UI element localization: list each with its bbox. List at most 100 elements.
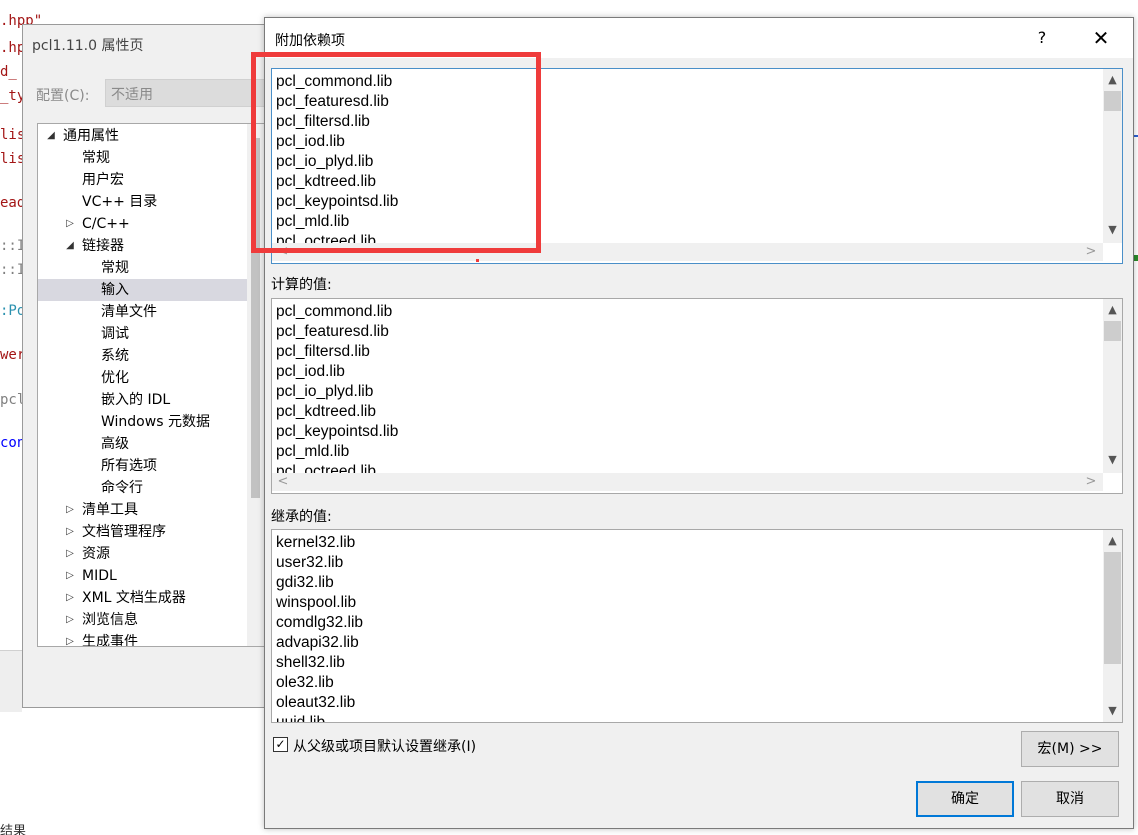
list-line: pcl_kdtreed.lib	[276, 403, 376, 420]
list-line: oleaut32.lib	[276, 694, 356, 711]
tree-item[interactable]: ▷ XML 文档生成器	[38, 587, 248, 609]
scroll-up-icon[interactable]: ▲	[1103, 532, 1122, 550]
tree-item[interactable]: 系统	[38, 345, 248, 367]
help-button[interactable]: ?	[1027, 24, 1057, 52]
inherit-checkbox[interactable]: ✓	[273, 737, 288, 752]
tree-item[interactable]: ▷ MIDL	[38, 565, 248, 587]
tree-item[interactable]: 调试	[38, 323, 248, 345]
expanded-arrow-icon[interactable]: ◢	[45, 125, 57, 147]
collapsed-arrow-icon[interactable]: ▷	[64, 587, 76, 609]
tree-item[interactable]: 常规	[38, 147, 248, 169]
inherited-values-box[interactable]: kernel32.lib user32.lib gdi32.lib winspool.…	[271, 529, 1123, 723]
edit-vertical-scrollbar[interactable]: ▲ ▼	[1103, 69, 1122, 243]
tree-item[interactable]: ▷ 资源	[38, 543, 248, 565]
tree-item-label: 调试	[101, 326, 129, 342]
tree-item[interactable]: Windows 元数据	[38, 411, 248, 433]
tree-item[interactable]: ◢ 链接器	[38, 235, 248, 257]
tree-item-label: 常规	[101, 260, 129, 276]
scroll-up-icon[interactable]: ▲	[1103, 71, 1122, 89]
tree-item[interactable]: 用户宏	[38, 169, 248, 191]
tree-item-label: 链接器	[82, 238, 124, 254]
collapsed-arrow-icon[interactable]: ▷	[64, 499, 76, 521]
list-line: uuid.lib	[276, 714, 326, 723]
scroll-down-icon[interactable]: ▼	[1103, 702, 1122, 720]
list-line: advapi32.lib	[276, 634, 359, 651]
tree-item-label: 高级	[101, 436, 129, 452]
tree-item-label: 生成事件	[82, 634, 138, 647]
close-button[interactable]: ✕	[1083, 24, 1119, 52]
collapsed-arrow-icon[interactable]: ▷	[64, 543, 76, 565]
tree-item-label: 浏览信息	[82, 612, 138, 628]
tree-item-label: 资源	[82, 546, 110, 562]
inherited-values-lines: kernel32.lib user32.lib gdi32.lib winspool.…	[276, 533, 364, 723]
tree-item[interactable]: 命令行	[38, 477, 248, 499]
tree-item-label: 通用属性	[63, 128, 119, 144]
scroll-down-icon[interactable]: ▼	[1103, 221, 1122, 239]
output-panel-label: 结果	[0, 824, 27, 835]
tree-item[interactable]: 所有选项	[38, 455, 248, 477]
collapsed-arrow-icon[interactable]: ▷	[64, 631, 76, 646]
tree-item[interactable]: 高级	[38, 433, 248, 455]
collapsed-arrow-icon[interactable]: ▷	[64, 213, 76, 235]
computed-values-lines: pcl_commond.lib pcl_featuresd.lib pcl_filt…	[276, 302, 398, 482]
list-line: ole32.lib	[276, 674, 334, 691]
computed-horizontal-scrollbar[interactable]: < >	[272, 473, 1103, 491]
list-line: winspool.lib	[276, 594, 357, 611]
tree-item[interactable]: 输入	[38, 279, 248, 301]
tree-item-label: 系统	[101, 348, 129, 364]
scroll-left-icon[interactable]: <	[274, 473, 292, 491]
property-tree[interactable]: ◢ 通用属性 常规 用户宏 VC++ 目录 ▷ C/C++ ◢ 链接器 常规 输入 清单文件 调试 系统优…	[37, 123, 265, 647]
list-line: pcl_iod.lib	[276, 363, 345, 380]
list-line: pcl_featuresd.lib	[276, 323, 389, 340]
tree-item[interactable]: ▷ C/C++	[38, 213, 248, 235]
tree-item[interactable]: ◢ 通用属性	[38, 125, 248, 147]
tree-item-label: VC++ 目录	[82, 194, 158, 210]
list-line: comdlg32.lib	[276, 614, 364, 631]
tree-item[interactable]: 常规	[38, 257, 248, 279]
code-line: d_	[0, 64, 17, 80]
inherited-vertical-scrollbar[interactable]: ▲ ▼	[1103, 530, 1122, 722]
tree-item-label: 所有选项	[101, 458, 157, 474]
tree-item-label: C/C++	[82, 216, 130, 232]
tree-item[interactable]: 嵌入的 IDL	[38, 389, 248, 411]
macros-button[interactable]: 宏(M) >>	[1021, 731, 1119, 767]
tree-item[interactable]: ▷ 浏览信息	[38, 609, 248, 631]
edit-scroll-thumb[interactable]	[1104, 91, 1121, 111]
tree-item-label: 嵌入的 IDL	[101, 392, 171, 408]
computed-vertical-scrollbar[interactable]: ▲ ▼	[1103, 299, 1122, 473]
tree-item-label: 用户宏	[82, 172, 124, 188]
expanded-arrow-icon[interactable]: ◢	[64, 235, 76, 257]
list-line: kernel32.lib	[276, 534, 356, 551]
cancel-button[interactable]: 取消	[1021, 781, 1119, 817]
inherit-checkbox-label[interactable]: 从父级或项目默认设置继承(I)	[293, 736, 476, 756]
property-pages-window: pcl1.11.0 属性页 配置(C): 不适用 ◢ 通用属性 常规 用户宏 VC++ …	[22, 24, 275, 708]
tree-item[interactable]: 清单文件	[38, 301, 248, 323]
tree-item[interactable]: ▷ 清单工具	[38, 499, 248, 521]
scroll-down-icon[interactable]: ▼	[1103, 451, 1122, 469]
scroll-up-icon[interactable]: ▲	[1103, 301, 1122, 319]
tree-item-label: MIDL	[82, 568, 117, 584]
collapsed-arrow-icon[interactable]: ▷	[64, 609, 76, 631]
collapsed-arrow-icon[interactable]: ▷	[64, 521, 76, 543]
computed-scroll-thumb[interactable]	[1104, 321, 1121, 341]
tree-item-label: 命令行	[101, 480, 143, 496]
tree-item[interactable]: 优化	[38, 367, 248, 389]
configuration-select[interactable]: 不适用	[105, 79, 275, 107]
tree-item-label: 清单文件	[101, 304, 157, 320]
tree-item-label: 输入	[101, 282, 129, 298]
list-line: pcl_keypointsd.lib	[276, 423, 399, 440]
computed-values-label: 计算的值:	[271, 277, 332, 293]
scroll-right-icon[interactable]: >	[1082, 473, 1100, 491]
computed-values-box[interactable]: pcl_commond.lib pcl_featuresd.lib pcl_filt…	[271, 298, 1123, 494]
tree-item-label: 优化	[101, 370, 129, 386]
tree-item[interactable]: ▷ 生成事件	[38, 631, 248, 647]
inherited-scroll-thumb[interactable]	[1104, 552, 1121, 664]
tree-item[interactable]: VC++ 目录	[38, 191, 248, 213]
tree-item[interactable]: ▷ 文档管理程序	[38, 521, 248, 543]
editor-bottom-panel	[0, 650, 22, 712]
red-highlight-box	[251, 52, 541, 253]
list-line: pcl_mld.lib	[276, 443, 350, 460]
collapsed-arrow-icon[interactable]: ▷	[64, 565, 76, 587]
scroll-right-icon[interactable]: >	[1082, 243, 1100, 261]
ok-button[interactable]: 确定	[916, 781, 1014, 817]
